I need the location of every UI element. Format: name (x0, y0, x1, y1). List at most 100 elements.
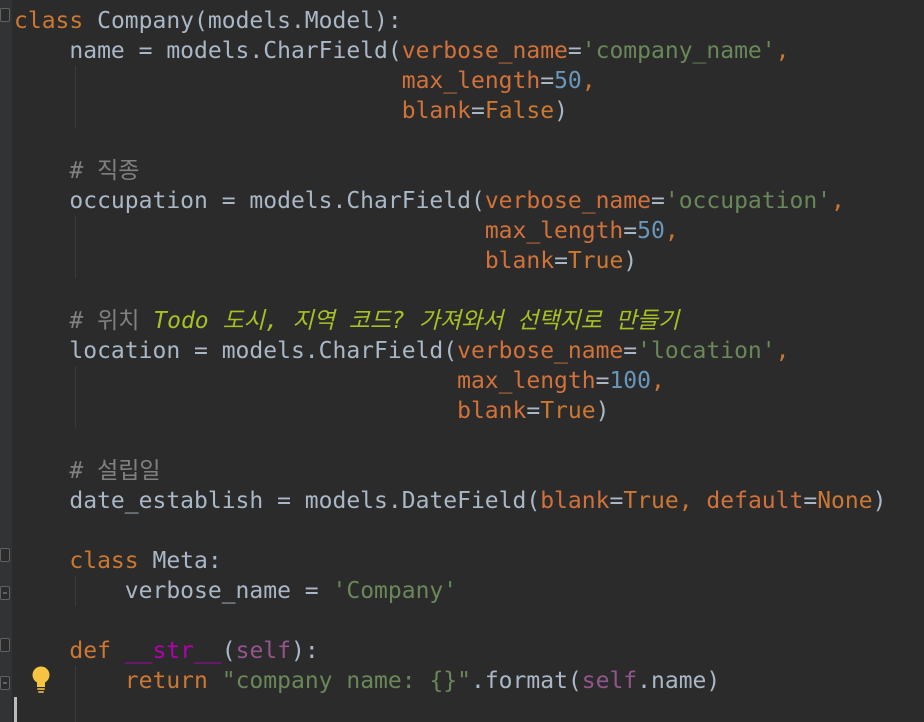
string-token: 'Company' (332, 578, 458, 604)
param-token: max_length (484, 218, 624, 244)
param-token: verbose_name (457, 338, 624, 364)
code-line-4[interactable]: blank=False) (14, 96, 568, 126)
code-line-6-comment[interactable]: # 직종 (14, 156, 139, 186)
code-token: location = models.CharField( (14, 338, 458, 364)
code-token: = (540, 68, 555, 94)
code-line-23[interactable]: return "company name: {}".format(self.na… (14, 666, 720, 696)
self-token: self (235, 638, 291, 664)
code-line-8[interactable]: max_length=50, (14, 216, 679, 246)
constant-token: True (540, 398, 596, 424)
number-token: 100 (609, 368, 651, 394)
code-token: occupation = models.CharField( (14, 188, 485, 214)
indent-token (14, 368, 457, 394)
code-editor[interactable]: class Company(models.Model): name = mode… (0, 0, 924, 722)
code-token: date_establish = models.DateField( (14, 488, 541, 514)
code-line-17[interactable]: date_establish = models.DateField(blank=… (14, 486, 886, 516)
todo-token: Todo 도시, 지역 코드? 가져와서 선택지로 만들기 (153, 308, 680, 334)
fold-class-icon[interactable] (0, 8, 10, 22)
code-token: .name) (637, 668, 721, 694)
code-token: = (470, 98, 485, 124)
dunder-token: __str__ (124, 638, 222, 664)
code-line-3[interactable]: max_length=50, (14, 66, 596, 96)
param-token: blank (484, 248, 555, 274)
code-token: name = models.CharField( (14, 38, 402, 64)
indent-token (14, 548, 69, 574)
code-token: = (623, 338, 638, 364)
punct-token: , (831, 188, 845, 214)
gutter[interactable] (0, 0, 12, 722)
text-caret (14, 697, 17, 722)
code-line-2[interactable]: name = models.CharField(verbose_name='co… (14, 36, 790, 66)
keyword-token: def (69, 638, 111, 664)
constant-token: None (817, 488, 873, 514)
code-token: = (803, 488, 818, 514)
punct-token: , (775, 38, 790, 64)
indent-token (14, 398, 457, 424)
param-token: verbose_name (401, 38, 568, 64)
string-token: 'occupation' (664, 188, 832, 214)
constant-token: True (623, 488, 679, 514)
fold-start-icon[interactable] (0, 548, 10, 562)
code-token: = (567, 38, 582, 64)
code-token: = (595, 368, 610, 394)
comment-token: # 위치 (14, 308, 154, 334)
code-token: = (609, 488, 624, 514)
code-token: ): (290, 638, 319, 664)
indent-token (14, 98, 402, 124)
punct-token: , (664, 218, 679, 244)
param-token: max_length (457, 368, 596, 394)
code-line-19[interactable]: class Meta: (14, 546, 222, 576)
param-token: blank (401, 98, 471, 124)
code-token: ( (221, 638, 236, 664)
punct-token: , (678, 488, 707, 514)
keyword-token: class (14, 8, 84, 34)
code-line-1[interactable]: class Company(models.Model): (14, 6, 402, 36)
code-token: verbose_name = (14, 578, 333, 604)
code-line-20[interactable]: verbose_name = 'Company' (14, 576, 457, 606)
code-line-11-comment[interactable]: # 위치 Todo 도시, 지역 코드? 가져와서 선택지로 만들기 (14, 306, 679, 336)
string-token: 'company_name' (581, 38, 776, 64)
fold-start-icon[interactable] (0, 638, 10, 652)
string-token: 'location' (637, 338, 776, 364)
code-token: .format( (470, 668, 582, 694)
code-line-9[interactable]: blank=True) (14, 246, 637, 276)
code-token: ) (872, 488, 887, 514)
indent-token (14, 68, 402, 94)
code-token: Meta: (138, 548, 222, 574)
keyword-token: return (124, 668, 208, 694)
code-line-7[interactable]: occupation = models.CharField(verbose_na… (14, 186, 845, 216)
code-token: ) (554, 98, 568, 124)
punct-token: , (651, 368, 665, 394)
fold-end-icon[interactable] (0, 676, 10, 690)
number-token: 50 (554, 68, 582, 94)
string-token: "company name: {}" (221, 668, 471, 694)
code-token: ) (623, 248, 638, 274)
code-line-22[interactable]: def __str__(self): (14, 636, 319, 666)
code-line-13[interactable]: max_length=100, (14, 366, 665, 396)
param-token: max_length (401, 68, 541, 94)
code-token: = (623, 218, 638, 244)
indent-token (14, 638, 69, 664)
constant-token: False (484, 98, 555, 124)
code-token: = (650, 188, 665, 214)
self-token: self (581, 668, 638, 694)
code-token: = (554, 248, 568, 274)
punct-token: , (775, 338, 790, 364)
code-token: = (526, 398, 541, 424)
fold-end-icon[interactable] (0, 586, 10, 600)
constant-token: True (567, 248, 624, 274)
keyword-token: class (69, 548, 139, 574)
code-line-14[interactable]: blank=True) (14, 396, 609, 426)
number-token: 50 (637, 218, 665, 244)
param-token: verbose_name (484, 188, 651, 214)
indent-token (14, 248, 485, 274)
param-token: default (706, 488, 804, 514)
code-token: ) (595, 398, 610, 424)
lightbulb-icon[interactable] (30, 664, 52, 694)
code-line-16-comment[interactable]: # 설립일 (14, 456, 160, 486)
param-token: blank (457, 398, 527, 424)
code-line-12[interactable]: location = models.CharField(verbose_name… (14, 336, 789, 366)
indent-token (14, 218, 485, 244)
